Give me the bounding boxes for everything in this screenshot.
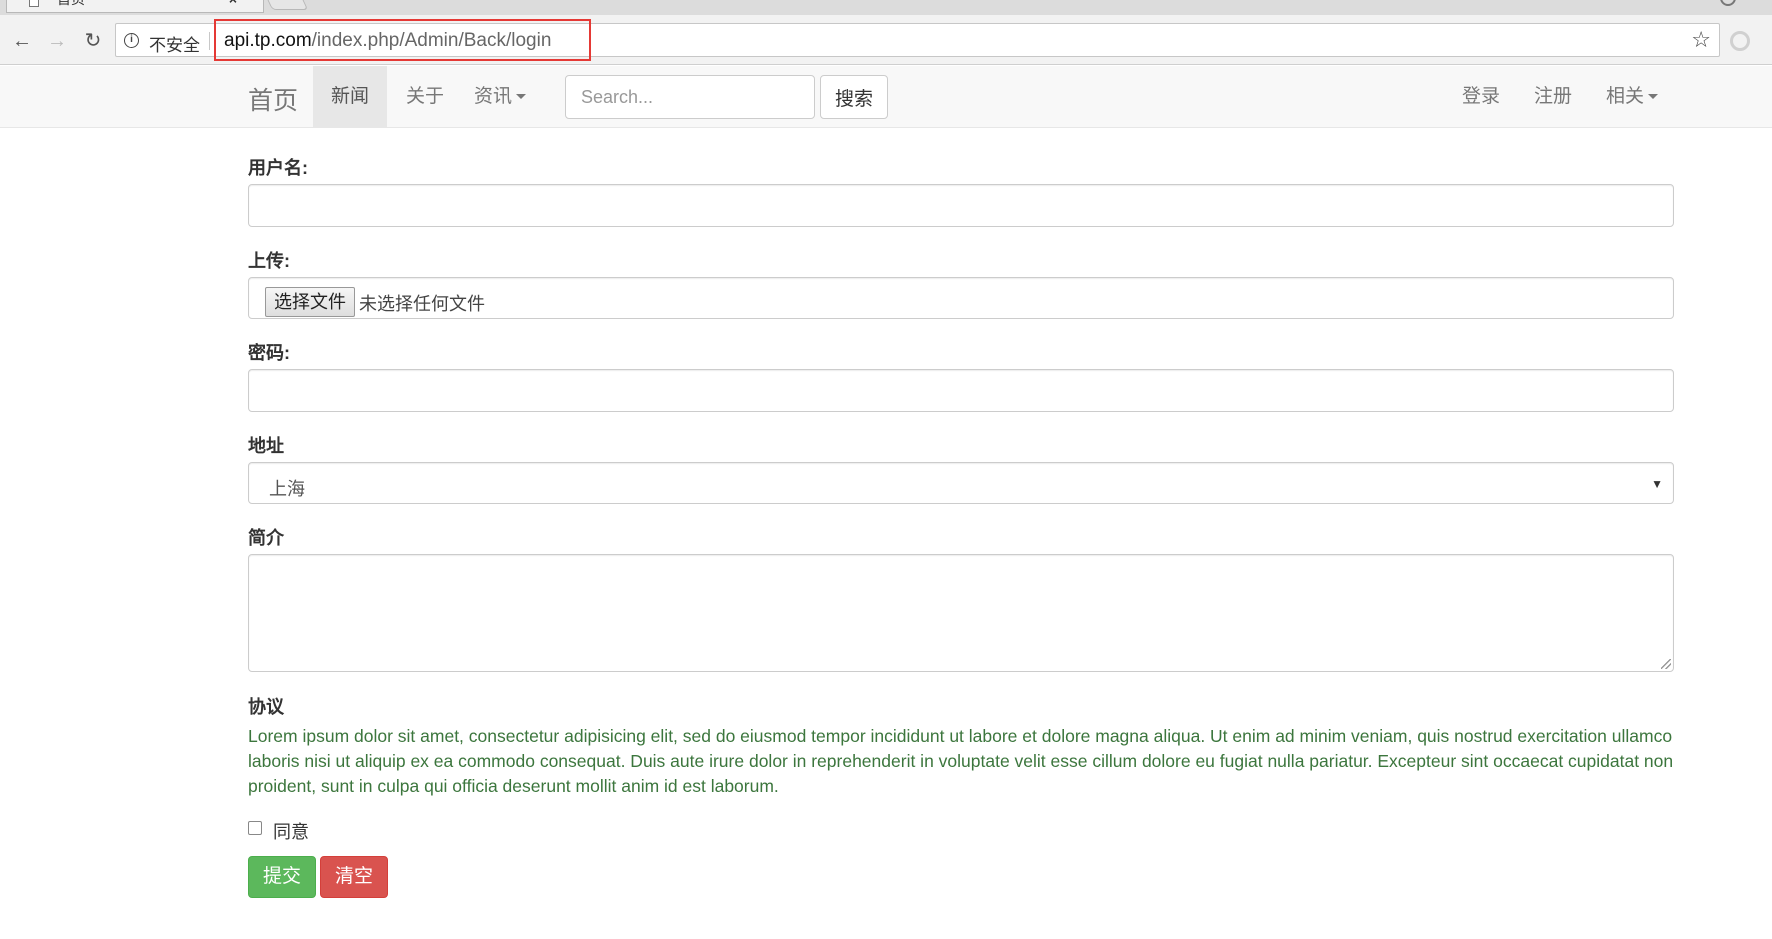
username-label: 用户名: — [248, 158, 308, 178]
nav-link-news[interactable]: 新闻 — [313, 66, 388, 128]
intro-label: 简介 — [248, 528, 284, 548]
clear-button[interactable]: 清空 — [320, 856, 389, 898]
upload-label: 上传: — [248, 251, 290, 271]
caret-down-icon — [1648, 94, 1659, 100]
url-host: api.tp.com — [224, 30, 312, 51]
tab-close-icon[interactable]: × — [229, 0, 237, 11]
extension-icon[interactable] — [1730, 31, 1750, 51]
agreement-text: Lorem ipsum dolor sit amet, consectetur … — [248, 726, 1674, 796]
submit-button[interactable]: 提交 — [248, 856, 317, 898]
new-tab-button[interactable] — [263, 0, 309, 10]
site-navbar: 首页 新闻 关于 资讯 搜索 登录 注册 相关 — [0, 66, 1772, 128]
forward-arrow-icon[interactable]: → — [44, 28, 70, 54]
nav-link-login[interactable]: 登录 — [1462, 66, 1500, 128]
nav-dropdown-related[interactable]: 相关 — [1606, 66, 1659, 128]
agree-label[interactable]: 同意 — [273, 818, 309, 844]
search-input[interactable] — [565, 75, 815, 119]
nav-dropdown-related-label: 相关 — [1606, 86, 1645, 107]
nav-dropdown-info-label: 资讯 — [474, 86, 513, 107]
address-select-value: 上海 — [269, 479, 305, 499]
nav-link-register[interactable]: 注册 — [1534, 66, 1572, 128]
password-input[interactable] — [248, 369, 1674, 412]
password-label: 密码: — [248, 343, 290, 363]
url-text[interactable]: api.tp.com/index.php/Admin/Back/login — [224, 30, 551, 52]
brand-home-link[interactable]: 首页 — [248, 81, 298, 117]
search-button[interactable]: 搜索 — [820, 75, 888, 119]
window-control-icon[interactable] — [1720, 0, 1736, 6]
back-arrow-icon[interactable]: ← — [9, 28, 35, 54]
agreement-label: 协议 — [248, 697, 284, 717]
browser-tab[interactable]: 首页 × — [6, 0, 264, 13]
info-icon[interactable]: i — [124, 33, 139, 48]
address-divider — [209, 32, 210, 50]
tab-title: 首页 — [57, 0, 85, 11]
agree-checkbox[interactable] — [248, 821, 262, 835]
caret-down-icon — [516, 94, 527, 100]
browser-toolbar: ← → ↻ i 不安全 api.tp.com/index.php/Admin/B… — [0, 15, 1772, 65]
address-label: 地址 — [248, 436, 284, 456]
resize-grip-icon[interactable] — [1661, 659, 1671, 669]
dropdown-arrow-icon: ▼ — [1651, 477, 1663, 491]
page-icon — [29, 0, 39, 7]
address-select[interactable]: 上海 ▼ — [248, 462, 1674, 504]
reload-icon[interactable]: ↻ — [80, 28, 106, 54]
address-bar[interactable]: i 不安全 api.tp.com/index.php/Admin/Back/lo… — [115, 19, 1720, 61]
file-status-text: 未选择任何文件 — [359, 294, 485, 314]
tab-strip: 首页 × — [0, 0, 1772, 15]
intro-textarea[interactable] — [248, 554, 1674, 672]
choose-file-button[interactable]: 选择文件 — [265, 287, 355, 317]
username-input[interactable] — [248, 184, 1674, 227]
insecure-label[interactable]: 不安全 — [149, 31, 200, 56]
nav-link-about[interactable]: 关于 — [406, 66, 444, 128]
url-path: /index.php/Admin/Back/login — [311, 30, 552, 51]
nav-dropdown-info[interactable]: 资讯 — [474, 66, 527, 128]
file-upload-field: 选择文件 未选择任何文件 — [248, 277, 1674, 319]
bookmark-star-icon[interactable]: ☆ — [1691, 27, 1711, 53]
